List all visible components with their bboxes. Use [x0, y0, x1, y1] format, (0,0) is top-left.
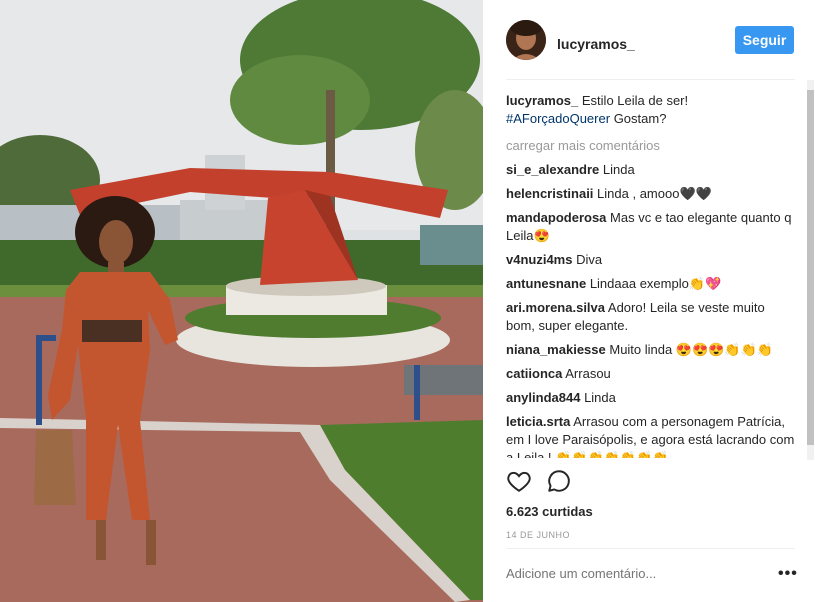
post-date: 14 DE JUNHO [506, 530, 571, 540]
comment-username[interactable]: ari.morena.silva [506, 300, 605, 315]
comment-item: v4nuzi4ms Diva [506, 251, 795, 269]
avatar-image [506, 20, 546, 60]
comment-username[interactable]: mandapoderosa [506, 210, 606, 225]
comment-item: si_e_alexandre Linda [506, 161, 795, 179]
comment-item: anylinda844 Linda [506, 389, 795, 407]
post-photo-illustration [0, 0, 483, 602]
caption: lucyramos_ Estilo Leila de ser! #AForçad… [506, 92, 795, 128]
comment-username[interactable]: catiionca [506, 366, 562, 381]
comment-text: Diva [576, 252, 603, 267]
comment-text: Linda , amooo🖤🖤 [597, 186, 712, 201]
comment-item: mandapoderosa Mas vc e tao elegante quan… [506, 209, 795, 245]
comment-username[interactable]: helencristinaii [506, 186, 593, 201]
heart-icon[interactable] [506, 468, 532, 494]
comment-username[interactable]: niana_makiesse [506, 342, 606, 357]
caption-tail: Gostam? [613, 111, 667, 126]
comment-text: Linda [602, 162, 635, 177]
comment-text: Muito linda 😍😍😍👏👏👏 [609, 342, 773, 357]
caption-hashtag[interactable]: #AForçadoQuerer [506, 111, 610, 126]
comment-item: ari.morena.silva Adoro! Leila se veste m… [506, 299, 795, 335]
avatar[interactable] [506, 20, 546, 60]
comment-username[interactable]: antunesnane [506, 276, 586, 291]
comment-text: Arrasou [565, 366, 611, 381]
likes-count[interactable]: 6.623 curtidas [506, 504, 593, 519]
comment-item: niana_makiesse Muito linda 😍😍😍👏👏👏 [506, 341, 795, 359]
more-options-icon[interactable]: ••• [778, 565, 798, 583]
load-more-comments-link[interactable]: carregar mais comentários [506, 137, 795, 155]
comment-username[interactable]: anylinda844 [506, 390, 580, 405]
caption-username[interactable]: lucyramos_ [506, 93, 578, 108]
comment-item: helencristinaii Linda , amooo🖤🖤 [506, 185, 795, 203]
comment-bubble-icon[interactable] [546, 468, 572, 494]
add-comment-input[interactable] [506, 566, 756, 581]
post-header: lucyramos_ Seguir [483, 4, 815, 78]
comment-item: antunesnane Lindaaa exemplo👏💖 [506, 275, 795, 293]
scrollbar-thumb[interactable] [807, 90, 814, 445]
post-side-panel: lucyramos_ Seguir lucyramos_ Estilo Leil… [483, 0, 815, 602]
divider [506, 79, 795, 80]
caption-text: Estilo Leila de ser! [581, 93, 689, 108]
comments-list[interactable]: lucyramos_ Estilo Leila de ser! #AForçad… [506, 90, 795, 458]
post-photo[interactable] [0, 0, 483, 602]
comment-item: leticia.srta Arrasou com a personagem Pa… [506, 413, 795, 458]
comment-username[interactable]: v4nuzi4ms [506, 252, 572, 267]
comment-item: catiionca Arrasou [506, 365, 795, 383]
comment-username[interactable]: si_e_alexandre [506, 162, 599, 177]
comment-text: Linda [584, 390, 616, 405]
divider [506, 548, 795, 549]
comments-scrollbar[interactable] [807, 80, 814, 460]
header-username[interactable]: lucyramos_ [557, 36, 635, 52]
comment-text: Lindaaa exemplo👏💖 [589, 276, 722, 291]
comment-username[interactable]: leticia.srta [506, 414, 570, 429]
follow-button[interactable]: Seguir [735, 26, 794, 54]
